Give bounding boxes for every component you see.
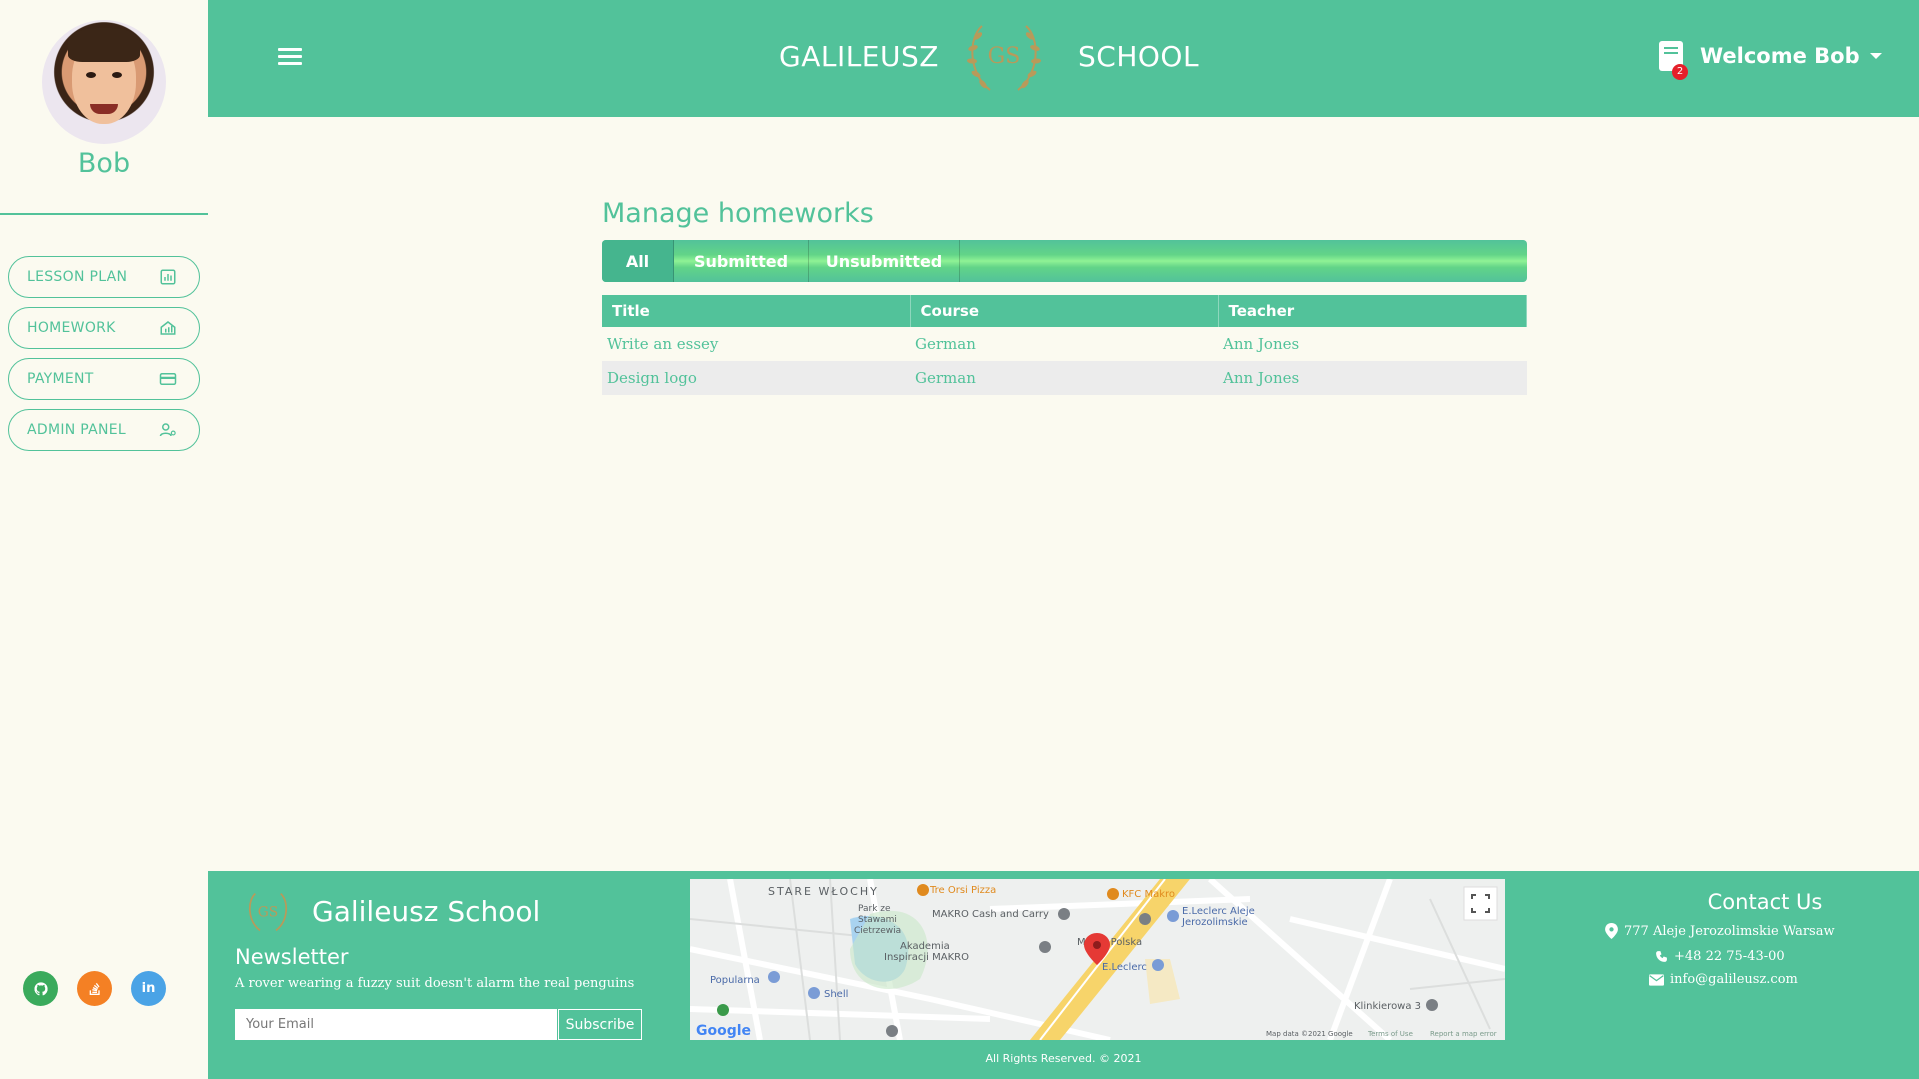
svg-text:Klinkierowa 3: Klinkierowa 3 — [1354, 1001, 1421, 1012]
subscribe-button[interactable]: Subscribe — [558, 1009, 642, 1040]
sidebar-item-payment[interactable]: PAYMENT — [8, 358, 200, 400]
chevron-down-icon — [1869, 53, 1882, 59]
homework-course-cell: German — [910, 361, 1218, 395]
tab-submitted[interactable]: Submitted — [674, 240, 809, 282]
svg-text:Stawami: Stawami — [858, 915, 897, 925]
svg-text:Park ze: Park ze — [858, 904, 891, 914]
credit-card-icon — [159, 373, 177, 385]
column-header-course: Course — [910, 295, 1219, 327]
homework-course-cell: German — [915, 335, 976, 353]
homework-table: Title Course Teacher Write an essey Germ… — [602, 295, 1527, 395]
phone-icon — [1656, 951, 1667, 962]
notification-badge: 2 — [1672, 64, 1688, 80]
svg-text:E.Leclerc: E.Leclerc — [1102, 962, 1147, 973]
sidebar-item-label: LESSON PLAN — [27, 269, 128, 285]
column-header-title: Title — [602, 295, 911, 327]
contact-address: 777 Aleje Jerozolimskie Warsaw — [1605, 923, 1835, 939]
svg-text:Cietrzewia: Cietrzewia — [854, 926, 901, 936]
username: Bob — [77, 148, 131, 179]
svg-text:Shell: Shell — [824, 989, 848, 1000]
tab-unsubmitted[interactable]: Unsubmitted — [809, 240, 960, 282]
user-menu-dropdown[interactable]: 2 Welcome Bob — [1658, 40, 1882, 80]
footer-brand: Galileusz School — [312, 895, 541, 928]
logo-text: GS — [988, 44, 1021, 69]
brand-name-right: SCHOOL — [1078, 40, 1200, 73]
mail-icon — [1649, 973, 1664, 986]
column-header-teacher: Teacher — [1218, 295, 1527, 327]
contact-phone-text: +48 22 75-43-00 — [1674, 949, 1785, 964]
homework-teacher-cell: Ann Jones — [1223, 335, 1300, 353]
homework-title-cell: Design logo — [602, 361, 910, 395]
homework-filter-tabs: All Submitted Unsubmitted — [602, 240, 1527, 282]
contact-email: info@galileusz.com — [1649, 972, 1798, 987]
page-title: Manage homeworks — [602, 198, 874, 229]
linkedin-icon[interactable]: in — [131, 971, 166, 1006]
footer: GS Galileusz School Newsletter A rover w… — [208, 871, 1919, 1079]
sidebar-item-label: HOMEWORK — [27, 320, 116, 336]
sidebar: Bob LESSON PLAN HOMEWORK PAYMENT ADMIN P… — [0, 0, 208, 1079]
github-icon[interactable] — [23, 971, 58, 1006]
fullscreen-icon — [1463, 886, 1498, 921]
map-canvas: STARE WŁOCHY Tre Orsi Pizza KFC Makro Pa… — [690, 879, 1505, 1040]
svg-text:E.Leclerc Aleje: E.Leclerc Aleje — [1182, 906, 1255, 917]
sidebar-item-label: ADMIN PANEL — [27, 422, 127, 438]
contact-email-text[interactable]: info@galileusz.com — [1670, 972, 1798, 987]
table-row[interactable]: Write an essey German Ann Jones — [602, 327, 1527, 361]
contact-title: Contact Us — [1707, 890, 1823, 914]
homework-book-icon[interactable]: 2 — [1658, 40, 1688, 80]
svg-text:Tre Orsi Pizza: Tre Orsi Pizza — [929, 885, 996, 896]
location-pin-icon — [1605, 923, 1618, 939]
sidebar-divider — [0, 213, 208, 215]
svg-text:KFC Makro: KFC Makro — [1122, 889, 1175, 900]
contact-phone: +48 22 75-43-00 — [1655, 949, 1785, 964]
svg-text:Report a map error: Report a map error — [1430, 1030, 1497, 1038]
newsletter-tagline: A rover wearing a fuzzy suit doesn't ala… — [235, 976, 635, 991]
svg-text:Google: Google — [696, 1023, 751, 1039]
sidebar-item-lesson-plan[interactable]: LESSON PLAN — [8, 256, 200, 298]
homework-teacher-cell: Ann Jones — [1218, 361, 1527, 395]
newsletter-email-input[interactable] — [235, 1009, 557, 1040]
location-map[interactable]: STARE WŁOCHY Tre Orsi Pizza KFC Makro Pa… — [690, 879, 1505, 1040]
user-gear-icon — [159, 423, 176, 437]
svg-text:MAKRO Cash and Carry: MAKRO Cash and Carry — [932, 909, 1049, 920]
svg-text:Popularna: Popularna — [710, 975, 760, 986]
house-chart-icon — [160, 321, 176, 335]
newsletter-title: Newsletter — [235, 945, 349, 969]
svg-text:Inspiracji MAKRO: Inspiracji MAKRO — [884, 952, 969, 963]
welcome-text: Welcome Bob — [1700, 44, 1860, 68]
brand-name-left: GALILEUSZ — [779, 40, 939, 73]
svg-text:Terms of Use: Terms of Use — [1367, 1030, 1413, 1038]
svg-text:Akademia: Akademia — [900, 941, 950, 952]
sidebar-item-label: PAYMENT — [27, 371, 94, 387]
avatar — [42, 20, 166, 144]
table-header-row: Title Course Teacher — [602, 295, 1527, 327]
table-row[interactable]: Design logo German Ann Jones — [602, 361, 1527, 395]
chart-icon — [160, 269, 176, 285]
hamburger-menu-icon[interactable] — [278, 48, 302, 68]
sidebar-item-admin-panel[interactable]: ADMIN PANEL — [8, 409, 200, 451]
top-header: GALILEUSZ GS SCHOOL 2 Welcome Bob — [208, 0, 1919, 117]
sidebar-item-homework[interactable]: HOMEWORK — [8, 307, 200, 349]
svg-text:STARE WŁOCHY: STARE WŁOCHY — [768, 885, 879, 898]
svg-text:Jerozolimskie: Jerozolimskie — [1181, 917, 1248, 928]
svg-text:Map data ©2021 Google: Map data ©2021 Google — [1266, 1030, 1353, 1038]
homework-title-cell: Write an essey — [607, 335, 719, 353]
footer-logo: GS — [249, 892, 287, 932]
school-logo: GS — [967, 25, 1041, 91]
stackoverflow-icon[interactable] — [77, 971, 112, 1006]
svg-text:GS: GS — [258, 905, 278, 921]
copyright: All Rights Reserved. © 2021 — [985, 1052, 1142, 1065]
tab-all[interactable]: All — [602, 240, 674, 282]
contact-address-text: 777 Aleje Jerozolimskie Warsaw — [1624, 923, 1835, 939]
